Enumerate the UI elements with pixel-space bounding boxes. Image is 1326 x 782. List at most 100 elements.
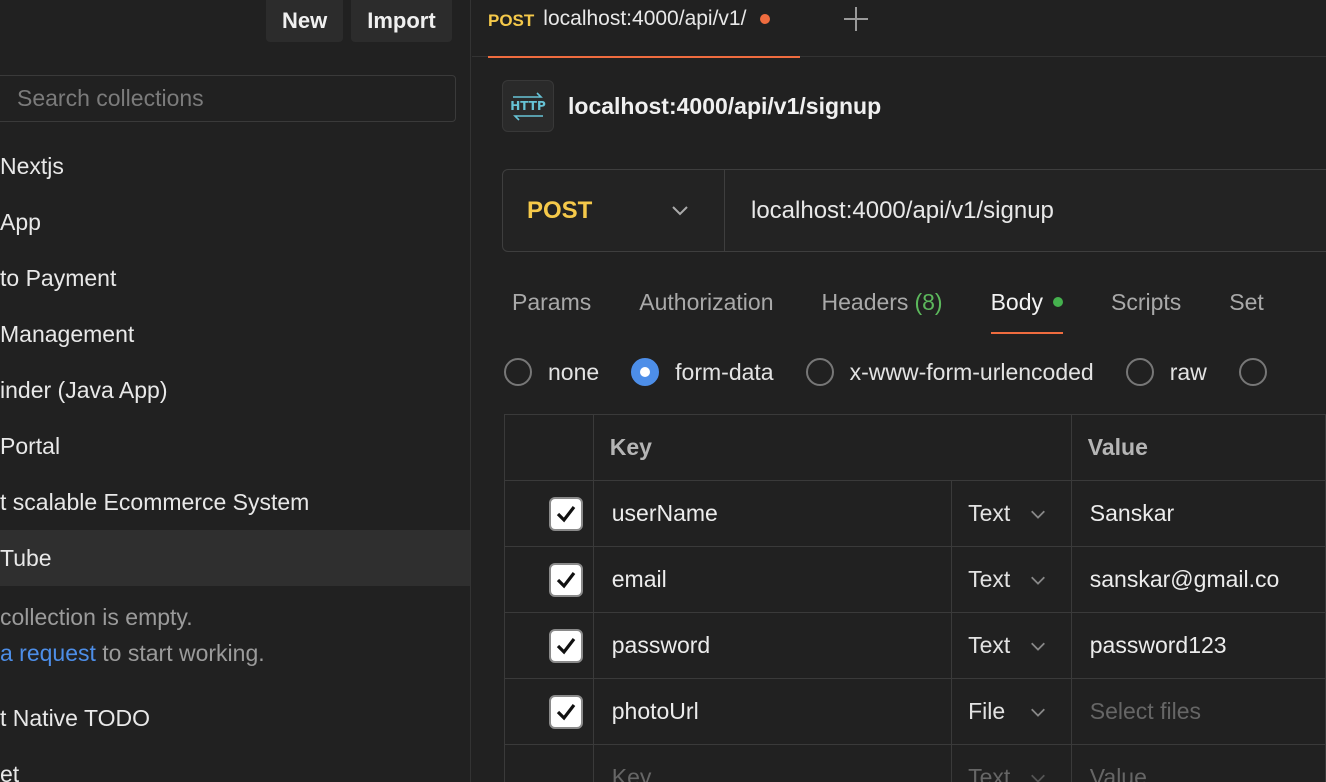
empty-collection-text: collection is empty. [0, 604, 193, 630]
radio-checked-icon[interactable] [631, 358, 660, 386]
chevron-down-icon [1030, 642, 1045, 651]
row-key[interactable]: password [592, 612, 953, 679]
collection-item[interactable]: to Payment [0, 250, 470, 306]
search-collections[interactable] [0, 75, 456, 122]
tab-authorization[interactable]: Authorization [639, 280, 773, 334]
tab-bar: POST localhost:4000/api/v1/ [472, 0, 1326, 58]
select-files-button[interactable]: Select files [1070, 678, 1326, 745]
row-type-label: File [968, 698, 1006, 724]
chevron-down-icon [672, 206, 688, 216]
tab-label: Headers [821, 288, 909, 315]
collection-item[interactable]: inder (Java App) [0, 362, 470, 418]
row-checkbox[interactable] [549, 496, 583, 531]
tab-body[interactable]: Body [990, 280, 1064, 334]
radio-icon[interactable] [1238, 358, 1267, 386]
collection-label: Portal [0, 432, 61, 459]
body-status-dot-icon [1053, 297, 1063, 307]
search-input[interactable] [17, 85, 455, 112]
table-header-row: Key Value [504, 414, 1326, 481]
row-checkbox[interactable] [549, 562, 583, 597]
row-type-label: Text [968, 632, 1011, 658]
collection-item[interactable]: Portal [0, 418, 470, 474]
row-type-dropdown[interactable]: File [952, 698, 1071, 725]
add-request-link[interactable]: a request [0, 640, 96, 666]
collection-item[interactable]: Nextjs [0, 138, 470, 194]
headers-count: (8) [914, 288, 943, 315]
collection-item[interactable]: t Native TODO [0, 690, 470, 746]
request-title[interactable]: localhost:4000/api/v1/signup [568, 93, 881, 120]
new-key-input[interactable]: Key [592, 744, 953, 782]
tab-label: Set [1229, 288, 1264, 315]
empty-collection-hint: a request to start working. [0, 640, 265, 667]
collection-label: to Payment [0, 264, 117, 291]
row-type-dropdown[interactable]: Text [952, 566, 1071, 593]
value-column-header: Value [1070, 414, 1326, 481]
row-value[interactable]: password123 [1070, 612, 1326, 679]
row-value[interactable]: sanskar@gmail.co [1070, 546, 1326, 613]
tab-params[interactable]: Params [512, 280, 591, 334]
url-bar: POST localhost:4000/api/v1/signup [502, 169, 1326, 252]
table-row: password Text password123 [504, 612, 1326, 679]
row-type-dropdown[interactable]: Text [952, 500, 1071, 527]
table-row: photoUrl File Select files [504, 678, 1326, 745]
url-input[interactable]: localhost:4000/api/v1/signup [751, 197, 1054, 225]
check-icon [556, 703, 576, 720]
row-checkbox[interactable] [549, 628, 583, 663]
tab-settings[interactable]: Set [1229, 280, 1264, 334]
body-type-raw[interactable]: raw [1125, 358, 1207, 386]
collection-item[interactable]: Management [0, 306, 470, 362]
row-key[interactable]: userName [592, 480, 953, 547]
svg-text:HTTP: HTTP [510, 99, 546, 113]
http-icon: HTTP [502, 80, 554, 132]
method-dropdown[interactable]: POST [503, 170, 725, 251]
unsaved-dot-icon [760, 14, 771, 24]
collection-item[interactable]: t scalable Ecommerce System [0, 474, 470, 530]
tab-label: Scripts [1111, 288, 1182, 315]
request-header: HTTP localhost:4000/api/v1/signup [502, 80, 881, 132]
method-label: POST [527, 196, 593, 224]
row-type-label: Text [968, 764, 1011, 782]
tab-headers[interactable]: Headers (8) [822, 280, 943, 334]
row-type-dropdown[interactable]: Text [952, 632, 1071, 659]
body-type-form-data[interactable]: form-data [631, 358, 774, 386]
check-icon [556, 571, 576, 588]
plus-icon[interactable] [842, 5, 870, 33]
import-button[interactable]: Import [351, 0, 452, 42]
table-row-empty: Key Text Value [504, 744, 1326, 782]
collection-label: et [0, 760, 20, 782]
collection-label: App [0, 208, 41, 235]
radio-label: x-www-form-urlencoded [849, 358, 1094, 385]
body-type-urlencoded[interactable]: x-www-form-urlencoded [805, 358, 1094, 386]
collection-item[interactable]: et [0, 746, 470, 782]
row-value[interactable]: Sanskar [1070, 480, 1326, 547]
radio-icon[interactable] [805, 358, 834, 386]
row-key[interactable]: email [592, 546, 953, 613]
body-type-none[interactable]: none [504, 358, 599, 386]
row-type-label: Text [968, 566, 1011, 592]
new-value-input[interactable]: Value [1070, 744, 1326, 782]
check-icon [556, 637, 576, 654]
new-type-dropdown[interactable]: Text [952, 764, 1071, 782]
new-button[interactable]: New [266, 0, 344, 42]
collection-item-selected[interactable]: Tube [0, 530, 470, 586]
request-tabs: Params Authorization Headers (8) Body Scr… [512, 280, 1312, 334]
radio-label: form-data [675, 358, 774, 385]
request-tab[interactable]: POST localhost:4000/api/v1/ [488, 0, 800, 58]
sidebar: New Import Nextjs App to Payment Managem… [0, 0, 471, 782]
collection-label: t Native TODO [0, 704, 150, 731]
check-column-header [504, 414, 594, 481]
tab-scripts[interactable]: Scripts [1111, 280, 1181, 334]
radio-icon[interactable] [1125, 358, 1154, 386]
tab-label: Body [990, 288, 1043, 315]
row-key[interactable]: photoUrl [592, 678, 953, 745]
tab-label: Authorization [639, 288, 774, 315]
tab-method: POST [488, 11, 535, 30]
collection-item[interactable]: App [0, 194, 470, 250]
row-checkbox[interactable] [549, 694, 583, 729]
collection-label: Tube [0, 544, 52, 571]
tab-url: localhost:4000/api/v1/ [543, 7, 747, 30]
body-type-binary[interactable] [1238, 358, 1283, 386]
radio-icon[interactable] [504, 358, 532, 386]
radio-label: raw [1169, 358, 1207, 385]
chevron-down-icon [1030, 510, 1045, 519]
